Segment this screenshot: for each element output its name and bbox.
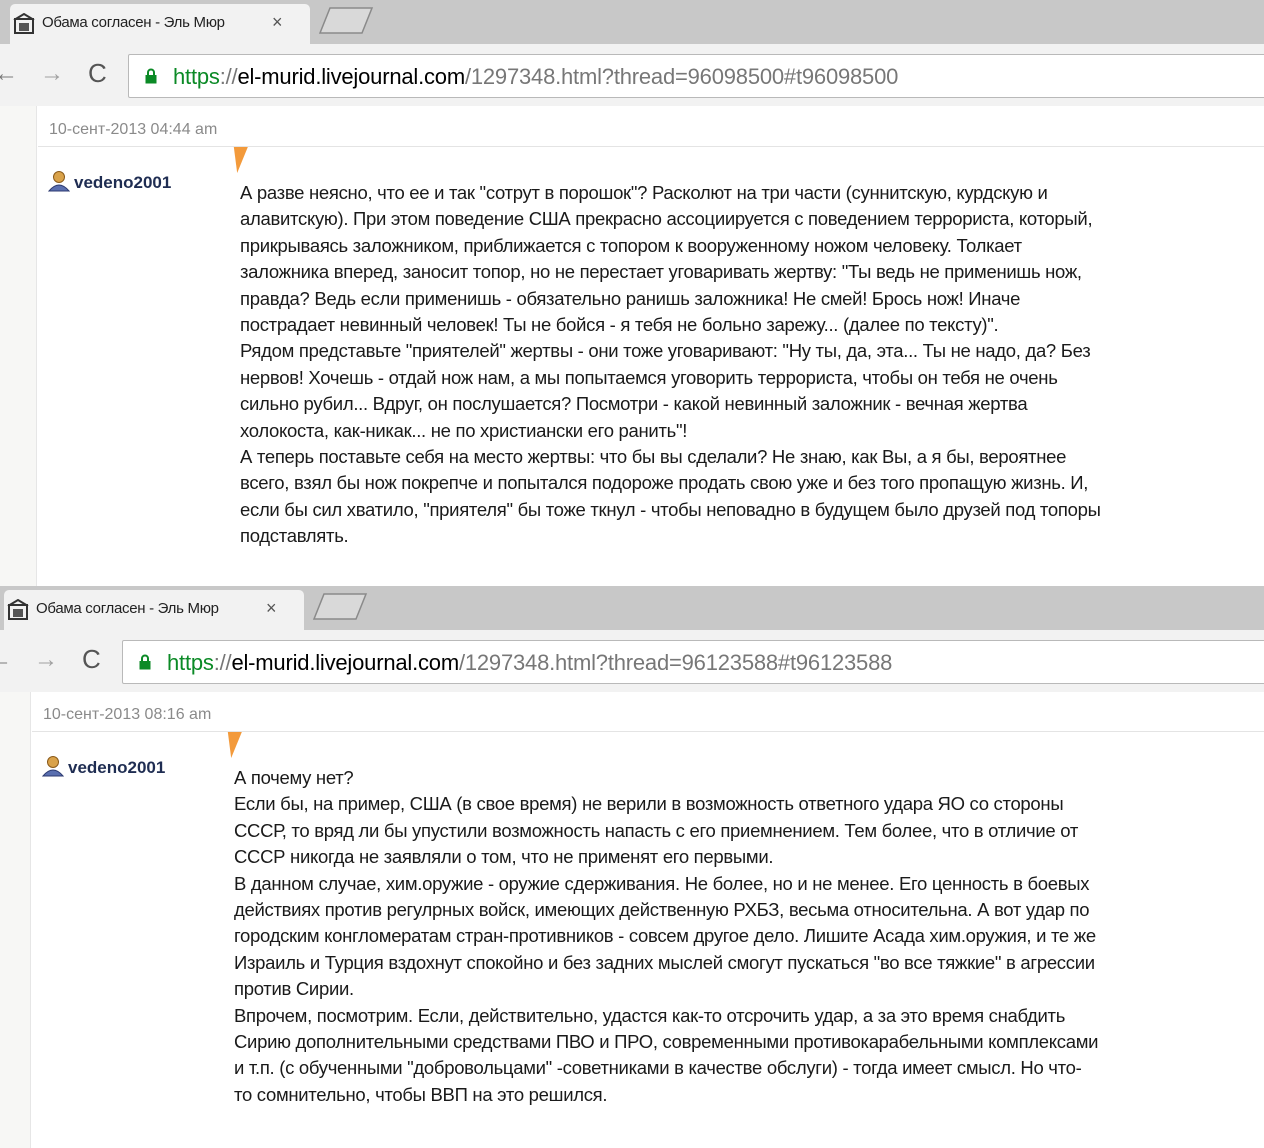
page-margin [0, 692, 31, 1148]
browser-tab[interactable]: Обама согласен - Эль Мюр × [10, 4, 310, 44]
user-icon [48, 171, 70, 192]
comment-date: 10-сент-2013 08:16 am [43, 706, 212, 723]
address-bar[interactable]: https://el-murid.livejournal.com/1297348… [122, 640, 1264, 684]
livejournal-favicon-icon [7, 599, 29, 620]
url-path: /1297348.html?thread=96098500#t96098500 [464, 64, 899, 89]
browser-tab[interactable]: Обама согласен - Эль Мюр × [4, 590, 304, 630]
new-tab-button[interactable] [310, 592, 370, 620]
page-content: 10-сент-2013 08:16 am vedeno2001 А почем… [0, 692, 1264, 1148]
forward-arrow-icon[interactable]: → [40, 60, 64, 88]
comment-marker [230, 147, 248, 173]
address-bar[interactable]: https://el-murid.livejournal.com/1297348… [128, 54, 1264, 98]
comment-date: 10-сент-2013 04:44 am [49, 121, 218, 138]
back-arrow-icon[interactable]: ← [0, 646, 12, 674]
tab-strip: Обама согласен - Эль Мюр × [0, 0, 1264, 44]
divider [38, 146, 1264, 147]
url-scheme: https [173, 64, 220, 89]
url-text: https://el-murid.livejournal.com/1297348… [173, 64, 898, 90]
reload-icon[interactable]: C [88, 58, 107, 89]
livejournal-favicon-icon [13, 13, 35, 34]
page-margin [0, 106, 37, 586]
forward-arrow-icon[interactable]: → [34, 646, 58, 674]
comment-text: А разве неясно, что ее и так "сотрут в п… [240, 182, 1101, 547]
comment-text: А почему нет? Если бы, на пример, США (в… [234, 767, 1099, 1105]
divider [32, 731, 1264, 732]
username-link[interactable]: vedeno2001 [74, 173, 171, 193]
page-content: 10-сент-2013 04:44 am vedeno2001 А разве… [0, 106, 1264, 586]
back-arrow-icon[interactable]: ← [0, 60, 18, 88]
tab-strip: Обама согласен - Эль Мюр × [0, 586, 1264, 630]
browser-screenshot-1: Обама согласен - Эль Мюр × ← → C https:/… [0, 0, 1264, 586]
toolbar: ← → C https://el-murid.livejournal.com/1… [0, 44, 1264, 107]
username-link[interactable]: vedeno2001 [68, 758, 165, 778]
user-icon [42, 756, 64, 777]
browser-screenshot-2: Обама согласен - Эль Мюр × ← → C https:/… [0, 586, 1264, 1148]
comment-marker [224, 732, 242, 758]
url-path: /1297348.html?thread=96123588#t96123588 [458, 650, 893, 675]
close-icon[interactable]: × [266, 598, 277, 619]
tab-title: Обама согласен - Эль Мюр [36, 600, 219, 617]
url-host: el-murid.livejournal.com [231, 650, 459, 675]
reload-icon[interactable]: C [82, 644, 101, 675]
lock-icon [139, 654, 151, 670]
close-icon[interactable]: × [272, 12, 283, 33]
url-separator: :// [213, 650, 232, 675]
toolbar: ← → C https://el-murid.livejournal.com/1… [0, 630, 1264, 693]
url-scheme: https [167, 650, 214, 675]
url-text: https://el-murid.livejournal.com/1297348… [167, 650, 892, 676]
tab-title: Обама согласен - Эль Мюр [42, 14, 225, 31]
new-tab-button[interactable] [316, 6, 376, 34]
url-host: el-murid.livejournal.com [237, 64, 465, 89]
lock-icon [145, 68, 157, 84]
url-separator: :// [219, 64, 238, 89]
